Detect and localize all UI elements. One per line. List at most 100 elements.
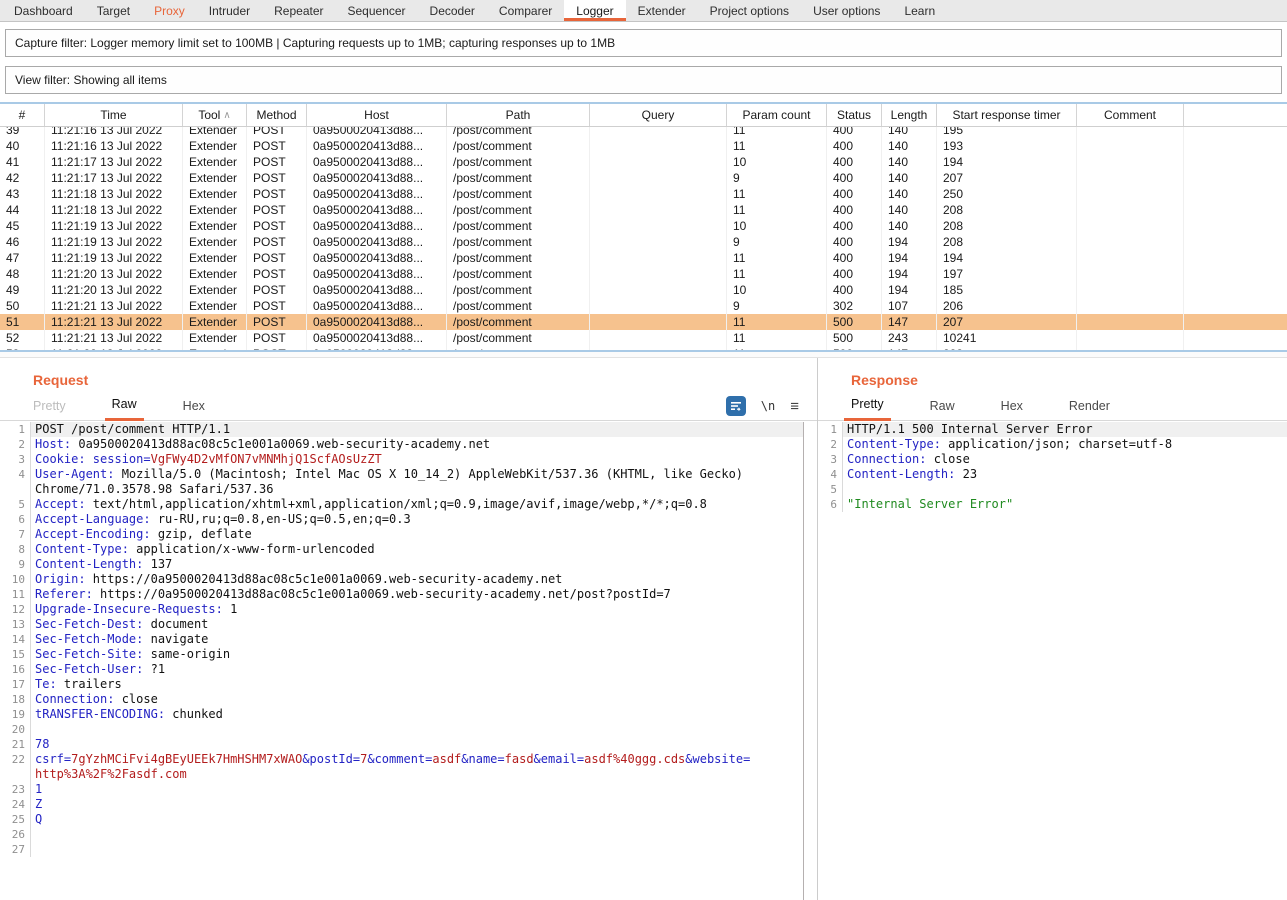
cell-status: 400 <box>827 218 882 234</box>
table-row-53[interactable]: 5311:21:22 13 Jul 2022ExtenderPOST0a9500… <box>0 346 1287 350</box>
response-title: Response <box>851 372 918 388</box>
editor-line: 3Cookie: session=VgFWy4D2vMfON7vMNMhjQ1S… <box>0 452 803 467</box>
request-tab-raw[interactable]: Raw <box>105 397 144 421</box>
table-row-39[interactable]: 3911:21:16 13 Jul 2022ExtenderPOST0a9500… <box>0 127 1287 138</box>
prettify-icon[interactable] <box>726 396 746 416</box>
cell-comment <box>1077 138 1184 154</box>
cell-timer: 223 <box>937 346 1077 350</box>
cell-length: 107 <box>882 298 937 314</box>
cell-query <box>590 282 727 298</box>
cell-param_count: 11 <box>727 346 827 350</box>
top-tab-logger[interactable]: Logger <box>564 0 625 21</box>
top-tab-dashboard[interactable]: Dashboard <box>2 0 85 21</box>
table-row-40[interactable]: 4011:21:16 13 Jul 2022ExtenderPOST0a9500… <box>0 138 1287 154</box>
table-row-46[interactable]: 4611:21:19 13 Jul 2022ExtenderPOST0a9500… <box>0 234 1287 250</box>
cell-method: POST <box>247 346 307 350</box>
top-tab-user-options[interactable]: User options <box>801 0 892 21</box>
editor-line: 27 <box>0 842 803 857</box>
cell-path: /post/comment <box>447 138 590 154</box>
table-row-42[interactable]: 4211:21:17 13 Jul 2022ExtenderPOST0a9500… <box>0 170 1287 186</box>
editor-line: 25Q <box>0 812 803 827</box>
cell-tool: Extender <box>183 234 247 250</box>
line-number: 13 <box>0 617 31 632</box>
cell-path: /post/comment <box>447 346 590 350</box>
cell-host: 0a9500020413d88... <box>307 170 447 186</box>
column-header-length[interactable]: Length <box>882 104 937 126</box>
cell-length: 194 <box>882 282 937 298</box>
cell-tool: Extender <box>183 314 247 330</box>
column-header-host[interactable]: Host <box>307 104 447 126</box>
top-tab-target[interactable]: Target <box>85 0 142 21</box>
column-header-time[interactable]: Time <box>45 104 183 126</box>
cell-comment <box>1077 154 1184 170</box>
line-number: 2 <box>818 437 843 452</box>
cell-comment <box>1077 314 1184 330</box>
column-header-start-response-timer[interactable]: Start response timer <box>937 104 1077 126</box>
top-tab-project-options[interactable]: Project options <box>698 0 801 21</box>
table-row-48[interactable]: 4811:21:20 13 Jul 2022ExtenderPOST0a9500… <box>0 266 1287 282</box>
response-editor[interactable]: 1HTTP/1.1 500 Internal Server Error2Cont… <box>818 422 1287 900</box>
column-header-method[interactable]: Method <box>247 104 307 126</box>
table-row-49[interactable]: 4911:21:20 13 Jul 2022ExtenderPOST0a9500… <box>0 282 1287 298</box>
response-tab-render[interactable]: Render <box>1062 399 1117 420</box>
response-tab-pretty[interactable]: Pretty <box>844 397 891 421</box>
editor-line: 2Host: 0a9500020413d88ac08c5c1e001a0069.… <box>0 437 803 452</box>
top-tab-intruder[interactable]: Intruder <box>197 0 262 21</box>
line-number: 3 <box>818 452 843 467</box>
line-text: Cookie: session=VgFWy4D2vMfON7vMNMhjQ1Sc… <box>31 452 803 467</box>
top-tab-decoder[interactable]: Decoder <box>418 0 487 21</box>
line-text: Content-Type: application/json; charset=… <box>843 437 1287 452</box>
cell-time: 11:21:16 13 Jul 2022 <box>45 138 183 154</box>
cell-time: 11:21:21 13 Jul 2022 <box>45 298 183 314</box>
cell-host: 0a9500020413d88... <box>307 282 447 298</box>
table-row-50[interactable]: 5011:21:21 13 Jul 2022ExtenderPOST0a9500… <box>0 298 1287 314</box>
table-row-47[interactable]: 4711:21:19 13 Jul 2022ExtenderPOST0a9500… <box>0 250 1287 266</box>
table-body[interactable]: 3911:21:16 13 Jul 2022ExtenderPOST0a9500… <box>0 127 1287 350</box>
top-tab-extender[interactable]: Extender <box>626 0 698 21</box>
cell-length: 140 <box>882 154 937 170</box>
table-row-43[interactable]: 4311:21:18 13 Jul 2022ExtenderPOST0a9500… <box>0 186 1287 202</box>
column-header-status[interactable]: Status <box>827 104 882 126</box>
top-tab-learn[interactable]: Learn <box>892 0 947 21</box>
cell-time: 11:21:19 13 Jul 2022 <box>45 218 183 234</box>
column-header-comment[interactable]: Comment <box>1077 104 1184 126</box>
column-header-path[interactable]: Path <box>447 104 590 126</box>
table-row-51[interactable]: 5111:21:21 13 Jul 2022ExtenderPOST0a9500… <box>0 314 1287 330</box>
cell-timer: 193 <box>937 138 1077 154</box>
response-tab-raw[interactable]: Raw <box>923 399 962 420</box>
request-tab-hex[interactable]: Hex <box>176 399 212 420</box>
cell-host: 0a9500020413d88... <box>307 234 447 250</box>
cell-host: 0a9500020413d88... <box>307 298 447 314</box>
line-text: HTTP/1.1 500 Internal Server Error <box>843 422 1287 437</box>
editor-line: 15Sec-Fetch-Site: same-origin <box>0 647 803 662</box>
top-tab-repeater[interactable]: Repeater <box>262 0 335 21</box>
table-row-41[interactable]: 4111:21:17 13 Jul 2022ExtenderPOST0a9500… <box>0 154 1287 170</box>
request-tab-pretty[interactable]: Pretty <box>26 399 73 420</box>
view-filter-bar[interactable]: View filter: Showing all items <box>5 66 1282 94</box>
line-text: Connection: close <box>31 692 803 707</box>
top-tab-comparer[interactable]: Comparer <box>487 0 564 21</box>
column-header-param-count[interactable]: Param count <box>727 104 827 126</box>
column-header--[interactable]: # <box>0 104 45 126</box>
editor-line: 22csrf=7gYzhMCiFvi4gBEyUEEk7HmHSHM7xWAO&… <box>0 752 803 767</box>
table-row-44[interactable]: 4411:21:18 13 Jul 2022ExtenderPOST0a9500… <box>0 202 1287 218</box>
column-header-tool[interactable]: Tool∧ <box>183 104 247 126</box>
request-title: Request <box>33 372 88 388</box>
table-row-45[interactable]: 4511:21:19 13 Jul 2022ExtenderPOST0a9500… <box>0 218 1287 234</box>
top-tab-proxy[interactable]: Proxy <box>142 0 197 21</box>
cell-host: 0a9500020413d88... <box>307 186 447 202</box>
newline-toggle[interactable]: \n <box>761 399 775 413</box>
capture-filter-bar[interactable]: Capture filter: Logger memory limit set … <box>5 29 1282 57</box>
table-row-52[interactable]: 5211:21:21 13 Jul 2022ExtenderPOST0a9500… <box>0 330 1287 346</box>
column-header-query[interactable]: Query <box>590 104 727 126</box>
menu-icon[interactable]: ≡ <box>790 398 799 415</box>
cell-id: 51 <box>0 314 45 330</box>
line-number: 1 <box>818 422 843 437</box>
line-text: Q <box>31 812 803 827</box>
request-editor[interactable]: 1POST /post/comment HTTP/1.12Host: 0a950… <box>0 422 804 900</box>
top-tab-sequencer[interactable]: Sequencer <box>336 0 418 21</box>
cell-length: 140 <box>882 218 937 234</box>
cell-path: /post/comment <box>447 186 590 202</box>
response-tab-hex[interactable]: Hex <box>994 399 1030 420</box>
cell-tool: Extender <box>183 266 247 282</box>
